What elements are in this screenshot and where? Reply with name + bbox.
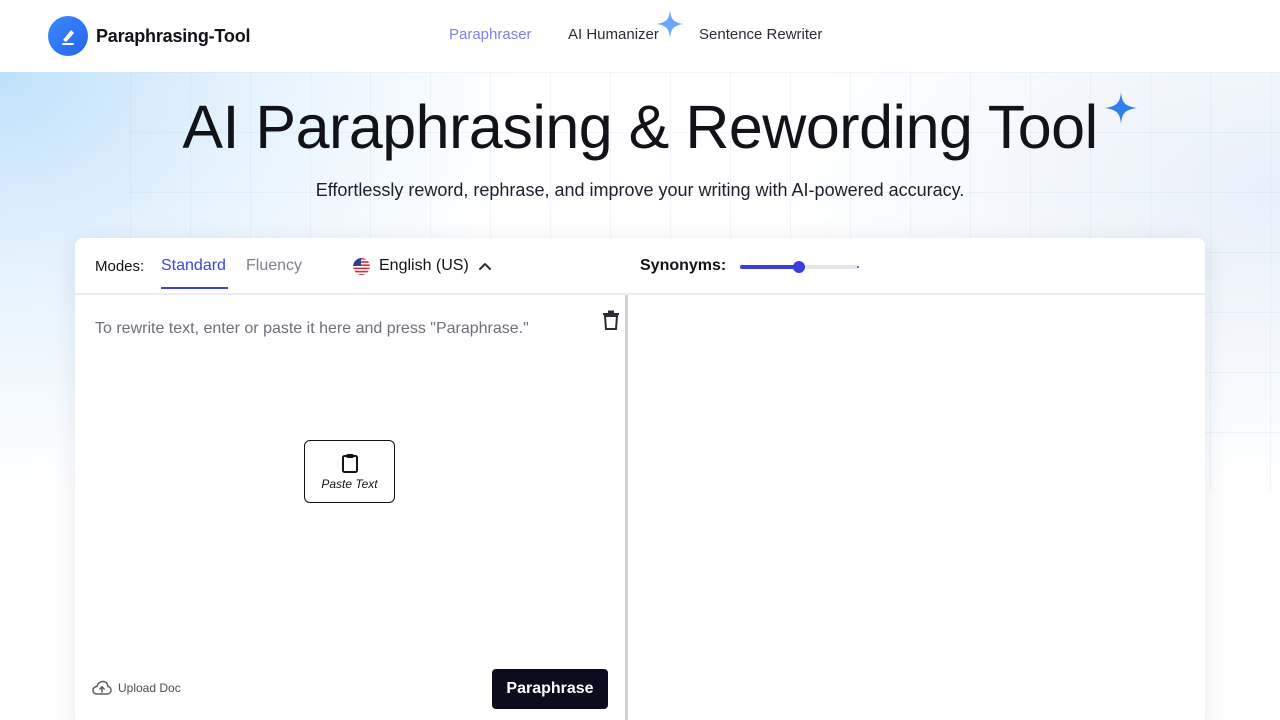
language-label: English (US) bbox=[379, 257, 469, 274]
sparkle-icon bbox=[1105, 92, 1137, 124]
brand-logo[interactable]: Paraphrasing-Tool bbox=[48, 16, 250, 56]
paraphrase-button[interactable]: Paraphrase bbox=[492, 669, 608, 709]
mode-tab-fluency[interactable]: Fluency bbox=[246, 257, 302, 275]
slider-fill bbox=[740, 265, 799, 269]
paste-text-button[interactable]: Paste Text bbox=[304, 440, 395, 503]
language-selector[interactable]: English (US) bbox=[353, 257, 492, 275]
tool-toolbar: Modes: Standard Fluency English (US) Syn… bbox=[75, 238, 1205, 295]
page-subtitle: Effortlessly reword, rephrase, and impro… bbox=[315, 180, 965, 200]
paste-text-label: Paste Text bbox=[321, 476, 378, 491]
modes-label: Modes: bbox=[95, 258, 145, 275]
chevron-up-icon bbox=[478, 263, 491, 270]
panel-divider bbox=[625, 295, 628, 720]
clipboard-icon bbox=[341, 453, 358, 473]
mode-tab-standard[interactable]: Standard bbox=[161, 257, 226, 275]
paraphrase-tool-card: Modes: Standard Fluency English (US) Syn… bbox=[75, 238, 1205, 720]
slider-thumb[interactable] bbox=[793, 261, 805, 273]
trash-icon[interactable] bbox=[602, 310, 620, 330]
synonyms-label: Synonyms: bbox=[640, 257, 727, 274]
active-tab-indicator bbox=[161, 287, 228, 289]
upload-doc-button[interactable]: Upload Doc bbox=[92, 680, 181, 696]
page-title: AI Paraphrasing & Rewording Tool bbox=[182, 93, 1098, 161]
nav-sentence-rewriter[interactable]: Sentence Rewriter bbox=[699, 26, 822, 43]
upload-doc-label: Upload Doc bbox=[118, 681, 181, 695]
synonyms-slider[interactable] bbox=[740, 260, 860, 274]
us-flag-icon bbox=[353, 257, 370, 275]
brand-name: Paraphrasing-Tool bbox=[96, 25, 251, 46]
cloud-upload-icon bbox=[92, 680, 112, 695]
pencil-logo-icon bbox=[48, 16, 88, 56]
input-textarea-placeholder[interactable]: To rewrite text, enter or paste it here … bbox=[95, 320, 529, 338]
slider-end-dot bbox=[857, 266, 859, 268]
nav-ai-humanizer[interactable]: AI Humanizer bbox=[568, 26, 659, 43]
sparkle-icon bbox=[657, 10, 683, 38]
top-header: Paraphrasing-Tool Paraphraser AI Humaniz… bbox=[0, 0, 1280, 72]
nav-paraphraser[interactable]: Paraphraser bbox=[449, 26, 532, 43]
